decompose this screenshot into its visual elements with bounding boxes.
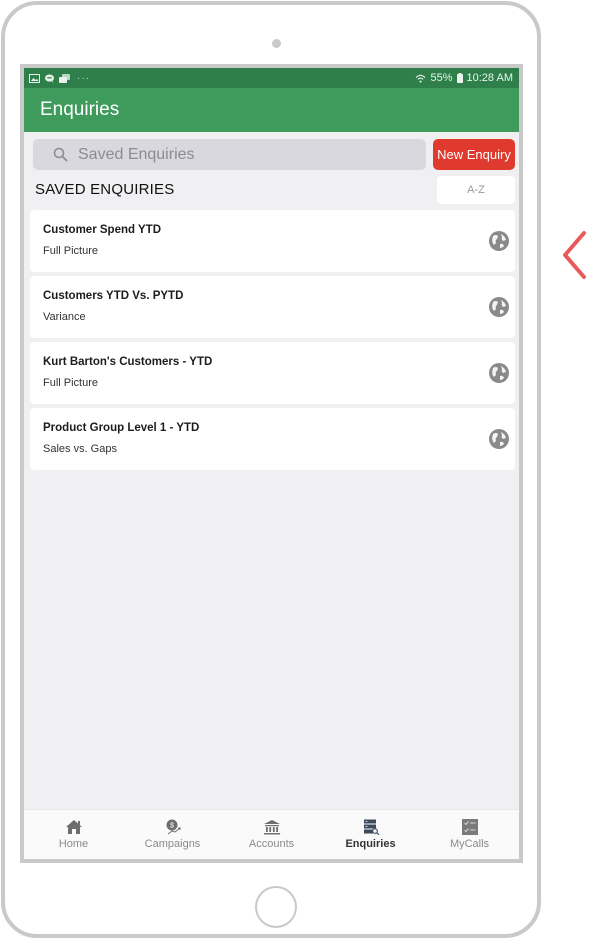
bank-icon: [263, 820, 280, 835]
search-icon: [53, 147, 68, 162]
status-notifications: ···: [29, 73, 90, 84]
wifi-icon: [416, 74, 426, 83]
app-screen: ··· 55% 10:28 AM Enquiries Ne: [20, 64, 523, 863]
list-item[interactable]: Customers YTD Vs. PYTD Variance: [30, 276, 515, 338]
enquiries-icon: [363, 819, 379, 835]
app-bar: Enquiries: [24, 88, 519, 132]
enquiry-list: Customer Spend YTD Full Picture Customer…: [24, 204, 519, 470]
checklist-icon: [461, 819, 478, 835]
list-item[interactable]: Kurt Barton's Customers - YTD Full Pictu…: [30, 342, 515, 404]
status-system: 55% 10:28 AM: [415, 72, 513, 84]
enquiry-subtitle: Variance: [43, 311, 86, 323]
nav-home[interactable]: Home: [28, 819, 120, 850]
battery-icon: [456, 73, 463, 83]
photos-icon: [59, 73, 70, 83]
globe-icon[interactable]: [488, 428, 510, 450]
nav-label: Enquiries: [345, 838, 396, 850]
list-item[interactable]: Product Group Level 1 - YTD Sales vs. Ga…: [30, 408, 515, 470]
enquiry-title: Product Group Level 1 - YTD: [43, 422, 200, 434]
clock: 10:28 AM: [466, 72, 513, 84]
nav-label: Home: [58, 838, 89, 850]
more-notifications: ···: [77, 72, 90, 84]
enquiry-title: Kurt Barton's Customers - YTD: [43, 356, 213, 368]
home-icon: [65, 820, 82, 834]
device-home-button[interactable]: [255, 886, 297, 928]
globe-icon[interactable]: [488, 362, 510, 384]
search-field[interactable]: [33, 139, 426, 170]
camera-dot: [272, 39, 281, 48]
enquiry-subtitle: Full Picture: [43, 377, 99, 389]
enquiry-title: Customer Spend YTD: [43, 224, 161, 236]
sort-az-button[interactable]: A-Z: [437, 175, 515, 204]
enquiry-subtitle: Sales vs. Gaps: [43, 443, 117, 455]
nav-label: Campaigns: [144, 838, 201, 850]
chevron-left-icon[interactable]: [560, 229, 590, 281]
status-bar: ··· 55% 10:28 AM: [24, 68, 519, 88]
search-input[interactable]: [78, 145, 338, 164]
search-row: New Enquiry: [24, 132, 519, 170]
enquiry-subtitle: Full Picture: [43, 245, 99, 257]
nav-campaigns[interactable]: $ Campaigns: [127, 819, 219, 850]
nav-enquiries[interactable]: Enquiries: [325, 819, 417, 850]
nav-mycalls[interactable]: MyCalls: [424, 819, 516, 850]
new-enquiry-button[interactable]: New Enquiry: [433, 139, 515, 170]
svg-text:$: $: [170, 823, 174, 830]
bottom-nav: Home $ Campaigns Accounts Enquiries MyCa…: [24, 809, 519, 859]
battery-percent: 55%: [430, 72, 453, 84]
section-header: SAVED ENQUIRIES A-Z: [24, 170, 519, 204]
list-item[interactable]: Customer Spend YTD Full Picture: [30, 210, 515, 272]
nav-label: Accounts: [248, 838, 295, 850]
chat-icon: [45, 73, 54, 83]
nav-label: MyCalls: [449, 838, 490, 850]
nav-accounts[interactable]: Accounts: [226, 819, 318, 850]
page-title: Enquiries: [40, 99, 120, 120]
section-title: SAVED ENQUIRIES: [35, 181, 175, 198]
gallery-icon: [29, 73, 40, 83]
campaigns-icon: $: [166, 819, 180, 835]
enquiry-title: Customers YTD Vs. PYTD: [43, 290, 184, 302]
globe-icon[interactable]: [488, 230, 510, 252]
globe-icon[interactable]: [488, 296, 510, 318]
